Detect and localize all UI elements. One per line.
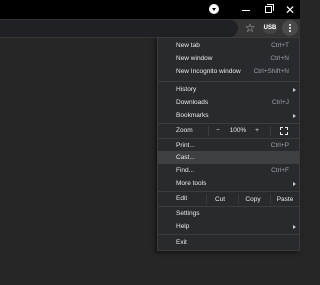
copy-button[interactable]: Copy — [240, 192, 266, 206]
edit-label: Edit — [176, 195, 188, 202]
menu-item-label: Help — [176, 223, 190, 230]
more-vert-icon[interactable] — [282, 20, 298, 36]
profile-avatar[interactable]: USB — [263, 23, 277, 34]
close-icon[interactable]: ✕ — [278, 0, 302, 19]
menu-item-history[interactable]: History — [158, 83, 299, 96]
menu-item-label: Exit — [176, 239, 187, 246]
menu-item-exit[interactable]: Exit — [158, 236, 299, 249]
menu-row-edit: Edit Cut Copy Paste — [158, 192, 299, 206]
menu-item-label: Print... — [176, 142, 195, 149]
menu-item-more-tools[interactable]: More tools — [158, 177, 299, 190]
edit-divider — [238, 194, 239, 204]
menu-item-help[interactable]: Help — [158, 220, 299, 233]
menu-item-new-window[interactable]: New window Ctrl+N — [158, 52, 299, 65]
fullscreen-icon[interactable] — [280, 127, 288, 135]
browser-toolbar: ☆ USB — [0, 19, 300, 38]
menu-separator — [158, 234, 299, 235]
menu-item-shortcut: Ctrl+F — [271, 167, 289, 174]
zoom-out-button[interactable]: − — [210, 127, 226, 134]
cut-button[interactable]: Cut — [208, 192, 232, 206]
minimize-icon[interactable] — [234, 0, 258, 19]
zoom-in-button[interactable]: + — [249, 127, 265, 134]
menu-row-zoom: Zoom − 100% + — [158, 124, 299, 138]
menu-item-label: New tab — [176, 42, 200, 49]
chevron-right-icon — [293, 224, 296, 229]
menu-item-label: Settings — [176, 210, 200, 217]
menu-item-shortcut: Ctrl+T — [271, 42, 289, 49]
chrome-main-menu: New tab Ctrl+T New window Ctrl+N New Inc… — [157, 37, 300, 251]
paste-button[interactable]: Paste — [272, 192, 298, 206]
address-bar[interactable] — [0, 20, 238, 37]
menu-item-find[interactable]: Find... Ctrl+F — [158, 164, 299, 177]
menu-item-new-tab[interactable]: New tab Ctrl+T — [158, 39, 299, 52]
menu-item-label: New Incognito window — [176, 68, 241, 75]
menu-item-label: Downloads — [176, 99, 209, 106]
menu-item-settings[interactable]: Settings — [158, 207, 299, 220]
menu-item-label: Find... — [176, 167, 195, 174]
menu-item-label: Cast... — [176, 154, 195, 161]
restore-icon[interactable] — [256, 0, 280, 19]
edit-divider — [206, 194, 207, 204]
zoom-divider — [270, 126, 271, 136]
zoom-divider — [208, 126, 209, 136]
menu-item-cast[interactable]: Cast... — [158, 151, 299, 164]
menu-item-label: New window — [176, 55, 213, 62]
menu-separator — [158, 81, 299, 82]
window-titlebar: ✕ — [0, 0, 300, 19]
menu-item-label: More tools — [176, 180, 207, 187]
menu-item-bookmarks[interactable]: Bookmarks — [158, 109, 299, 122]
menu-item-new-incognito[interactable]: New Incognito window Ctrl+Shift+N — [158, 65, 299, 78]
menu-item-shortcut: Ctrl+J — [271, 99, 289, 106]
zoom-level: 100% — [229, 127, 247, 134]
menu-item-shortcut: Ctrl+Shift+N — [253, 68, 289, 75]
menu-item-label: History — [176, 86, 197, 93]
chevron-right-icon — [293, 113, 296, 118]
edit-divider — [270, 194, 271, 204]
menu-item-label: Bookmarks — [176, 112, 209, 119]
zoom-label: Zoom — [176, 127, 193, 134]
chevron-right-icon — [293, 181, 296, 186]
menu-item-downloads[interactable]: Downloads Ctrl+J — [158, 96, 299, 109]
media-control-icon[interactable] — [209, 4, 219, 14]
star-icon[interactable]: ☆ — [243, 21, 257, 35]
menu-item-shortcut: Ctrl+P — [270, 142, 289, 149]
chevron-right-icon — [293, 87, 296, 92]
menu-item-shortcut: Ctrl+N — [270, 55, 289, 62]
